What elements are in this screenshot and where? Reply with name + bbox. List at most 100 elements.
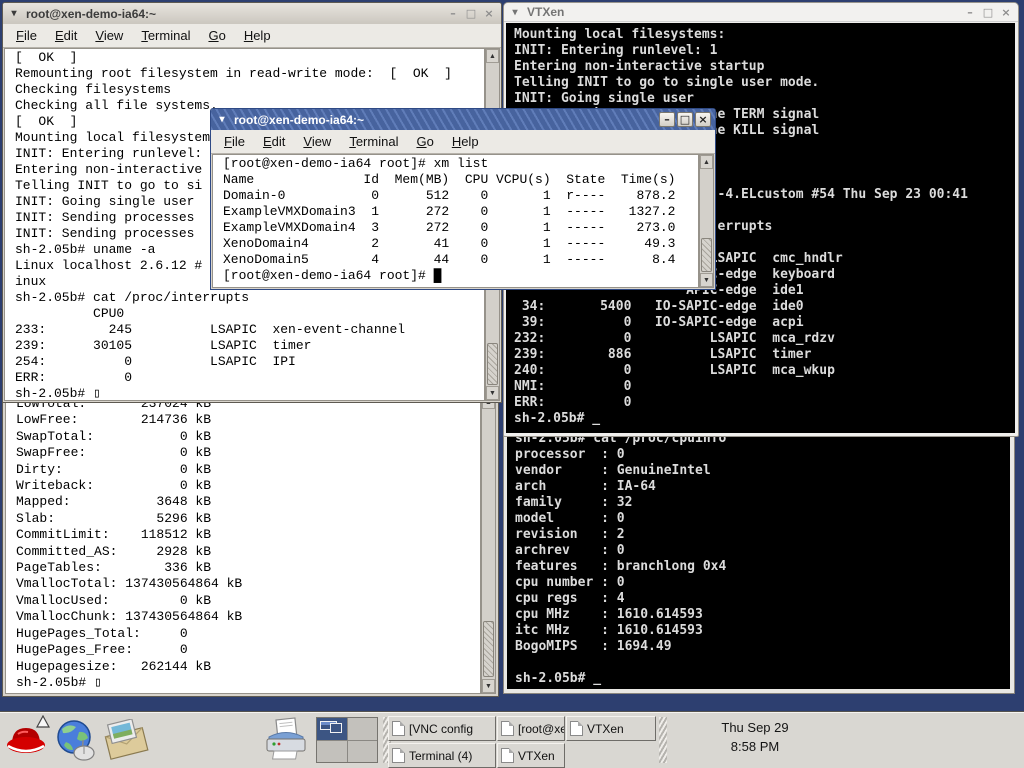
scroll-up-icon[interactable]: ▲ [486, 49, 499, 63]
titlebar[interactable]: ▾ root@xen-demo-ia64:~ – □ × [3, 3, 501, 24]
menu-view[interactable]: View [294, 131, 340, 152]
main-menu-launcher[interactable] [2, 715, 50, 765]
scrollbar[interactable]: ▲ ▼ [699, 154, 714, 288]
minimize-button[interactable]: – [659, 112, 675, 127]
menu-go[interactable]: Go [199, 25, 234, 46]
terminal-line: XenoDomain4 2 41 0 1 ----- 49.3 [223, 236, 698, 252]
terminal-line: VmallocTotal: 137430564864 kB [16, 576, 480, 592]
task-button-vtxen-2[interactable]: VTXen [497, 743, 565, 768]
task-button-label: [VNC config [409, 722, 473, 736]
terminal-line: 34: 5400 IO-SAPIC-edge ide0 [514, 299, 1015, 315]
window-icon [501, 748, 514, 763]
maximize-button[interactable]: □ [463, 6, 479, 21]
web-browser-launcher[interactable] [52, 715, 100, 765]
clock-applet[interactable]: Thu Sep 29 8:58 PM [688, 718, 822, 756]
task-button-terminal[interactable]: Terminal (4) [388, 743, 496, 768]
terminal-line: CPU0 [15, 306, 484, 322]
terminal-line: ExampleVMXDomain4 3 272 0 1 ----- 273.0 [223, 220, 698, 236]
scrollbar-thumb[interactable] [483, 621, 494, 677]
menu-edit[interactable]: Edit [254, 131, 294, 152]
terminal-line: Checking filesystems [15, 82, 484, 98]
clock-time: 8:58 PM [688, 737, 822, 756]
terminal-line: SwapFree: 0 kB [16, 445, 480, 461]
terminal-line: vendor : GenuineIntel [515, 463, 1010, 479]
terminal-line: Slab: 5296 kB [16, 511, 480, 527]
terminal-line: processor : 0 [515, 447, 1010, 463]
cpuinfo-console-output[interactable]: sh-2.05b# cat /proc/cpuinfoprocessor : 0… [507, 430, 1010, 689]
terminal-line: NMI: 0 [514, 379, 1015, 395]
window-icon [392, 721, 405, 736]
panel-drag-handle[interactable] [659, 717, 667, 763]
terminal-line: 239: 886 LSAPIC timer [514, 347, 1015, 363]
terminal-line: Remounting root filesystem in read-write… [15, 66, 484, 82]
close-button[interactable]: × [998, 5, 1014, 20]
email-launcher[interactable] [102, 715, 150, 765]
workspace-3[interactable] [317, 741, 347, 763]
menu-go[interactable]: Go [407, 131, 442, 152]
terminal-line: cpu number : 0 [515, 575, 1010, 591]
menu-file[interactable]: File [215, 131, 254, 152]
scrollbar[interactable]: ▲ ▼ [481, 394, 496, 694]
printer-launcher[interactable] [262, 715, 310, 765]
window-cpuinfo-console: sh-2.05b# cat /proc/cpuinfoprocessor : 0… [503, 426, 1015, 694]
close-button[interactable]: × [695, 112, 711, 127]
window-menu-icon[interactable]: ▾ [7, 8, 21, 19]
terminal-line: Name Id Mem(MB) CPU VCPU(s) State Time(s… [223, 172, 698, 188]
menu-terminal[interactable]: Terminal [132, 25, 199, 46]
terminal-line: Entering non-interactive startup [514, 59, 1015, 75]
menu-file[interactable]: File [7, 25, 46, 46]
scroll-down-icon[interactable]: ▼ [486, 386, 499, 400]
menu-edit[interactable]: Edit [46, 25, 86, 46]
workspace-2[interactable] [348, 718, 378, 740]
task-button-vnc-config[interactable]: [VNC config [388, 716, 496, 741]
minimize-button[interactable]: – [962, 5, 978, 20]
menu-help[interactable]: Help [235, 25, 280, 46]
titlebar[interactable]: ▾ root@xen-demo-ia64:~ – □ × [211, 109, 715, 130]
workspace-1[interactable] [317, 718, 347, 740]
window-menu-icon[interactable]: ▾ [508, 7, 522, 18]
close-button[interactable]: × [481, 6, 497, 21]
workspace-4[interactable] [348, 741, 378, 763]
alert-icon [36, 715, 50, 728]
terminal-line: itc MHz : 1610.614593 [515, 623, 1010, 639]
menu-terminal[interactable]: Terminal [340, 131, 407, 152]
meminfo-terminal-output[interactable]: LowTotal: 237024 kBLowFree: 214736 kBSwa… [5, 394, 481, 694]
terminal-line [515, 655, 1010, 671]
terminal-line: Telling INIT to go to single user mode. [514, 75, 1015, 91]
mini-window [330, 723, 342, 733]
menu-help[interactable]: Help [443, 131, 488, 152]
terminal-line: [root@xen-demo-ia64 root]# █ [223, 268, 698, 284]
scrollbar-thumb[interactable] [701, 238, 712, 272]
scroll-up-icon[interactable]: ▲ [700, 155, 713, 169]
window-meminfo-terminal: LowTotal: 237024 kBLowFree: 214736 kBSwa… [2, 391, 499, 697]
terminal-line: Dirty: 0 kB [16, 462, 480, 478]
menu-view[interactable]: View [86, 25, 132, 46]
window-title: root@xen-demo-ia64:~ [234, 113, 654, 127]
terminal-line: Writeback: 0 kB [16, 478, 480, 494]
menubar: File Edit View Terminal Go Help [211, 130, 715, 154]
scrollbar-thumb[interactable] [487, 343, 498, 385]
task-button-label: Terminal (4) [409, 749, 472, 763]
terminal-line: cpu regs : 4 [515, 591, 1010, 607]
terminal-line: family : 32 [515, 495, 1010, 511]
terminal-line: 239: 30105 LSAPIC timer [15, 338, 484, 354]
scroll-down-icon[interactable]: ▼ [482, 679, 495, 693]
terminal-line: cpu MHz : 1610.614593 [515, 607, 1010, 623]
taskbar-panel: [VNC config [root@xen-d VTXen Terminal (… [0, 712, 1024, 768]
window-menu-icon[interactable]: ▾ [215, 114, 229, 125]
scroll-down-icon[interactable]: ▼ [700, 273, 713, 287]
terminal-line: XenoDomain5 4 44 0 1 ----- 8.4 [223, 252, 698, 268]
terminal-line: [root@xen-demo-ia64 root]# xm list [223, 156, 698, 172]
terminal-line: 240: 0 LSAPIC mca_wkup [514, 363, 1015, 379]
terminal-line: Domain-0 0 512 0 1 r---- 878.2 [223, 188, 698, 204]
task-button-root-xen[interactable]: [root@xen-d [497, 716, 565, 741]
minimize-button[interactable]: – [445, 6, 461, 21]
xm-list-terminal-output[interactable]: [root@xen-demo-ia64 root]# xm listName I… [212, 154, 699, 288]
window-icon [392, 748, 405, 763]
titlebar[interactable]: ▾ VTXen – □ × [504, 3, 1018, 22]
terminal-line: 232: 0 LSAPIC mca_rdzv [514, 331, 1015, 347]
maximize-button[interactable]: □ [677, 112, 693, 127]
maximize-button[interactable]: □ [980, 5, 996, 20]
task-button-vtxen-1[interactable]: VTXen [566, 716, 656, 741]
terminal-line: sh-2.05b# _ [515, 671, 1010, 687]
